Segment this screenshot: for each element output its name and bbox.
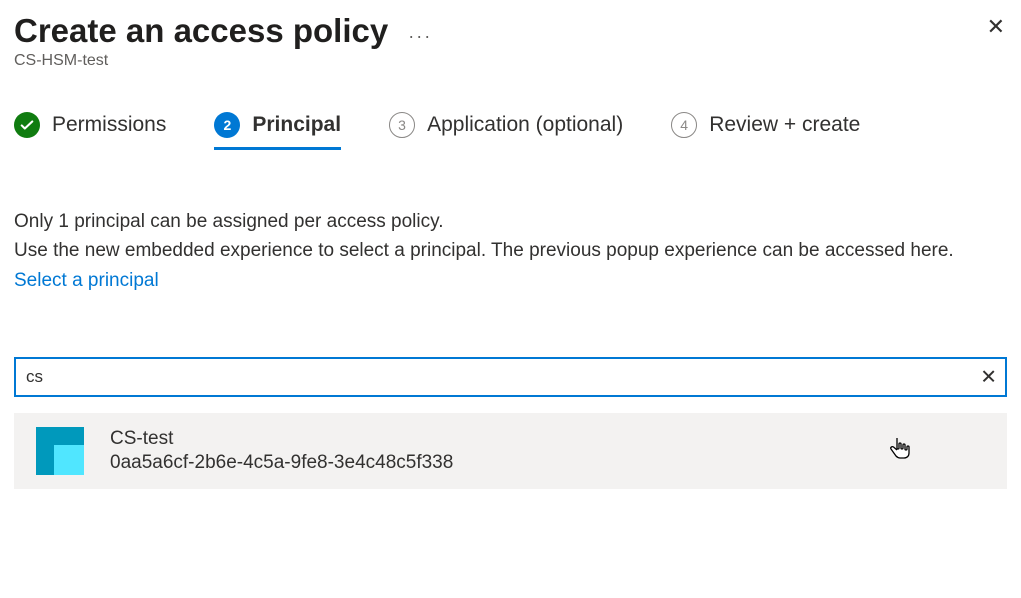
page-subtitle: CS-HSM-test	[14, 52, 1007, 70]
principal-search: ✕	[14, 357, 1007, 397]
info-text: Only 1 principal can be assigned per acc…	[14, 207, 1007, 295]
result-name: CS-test	[110, 428, 453, 450]
step-number-icon: 3	[389, 112, 415, 138]
select-principal-link[interactable]: Select a principal	[14, 270, 159, 291]
step-label: Review + create	[709, 113, 860, 137]
step-number-icon: 2	[214, 112, 240, 138]
more-options-button[interactable]: ···	[408, 20, 432, 47]
wizard-stepper: Permissions 2 Principal 3 Application (o…	[14, 112, 1007, 151]
close-icon[interactable]: ✕	[985, 12, 1007, 42]
search-input[interactable]	[14, 357, 1007, 397]
principal-result-item[interactable]: CS-test 0aa5a6cf-2b6e-4c5a-9fe8-3e4c48c5…	[14, 413, 1007, 489]
step-label: Application (optional)	[427, 113, 623, 137]
result-text-block: CS-test 0aa5a6cf-2b6e-4c5a-9fe8-3e4c48c5…	[110, 428, 453, 474]
step-label: Principal	[252, 113, 341, 137]
info-text-line: Only 1 principal can be assigned per acc…	[14, 207, 1007, 236]
step-number-icon: 4	[671, 112, 697, 138]
app-tile-icon	[36, 427, 84, 475]
tab-principal[interactable]: 2 Principal	[214, 112, 341, 150]
info-text-line: Use the new embedded experience to selec…	[14, 236, 1007, 295]
step-label: Permissions	[52, 113, 166, 137]
result-id: 0aa5a6cf-2b6e-4c5a-9fe8-3e4c48c5f338	[110, 452, 453, 474]
tab-permissions[interactable]: Permissions	[14, 112, 166, 150]
clear-search-icon[interactable]: ✕	[980, 365, 997, 390]
cursor-pointer-icon	[889, 435, 911, 467]
tab-review-create[interactable]: 4 Review + create	[671, 112, 860, 150]
check-icon	[14, 112, 40, 138]
tab-application[interactable]: 3 Application (optional)	[389, 112, 623, 150]
page-title: Create an access policy	[14, 12, 388, 50]
